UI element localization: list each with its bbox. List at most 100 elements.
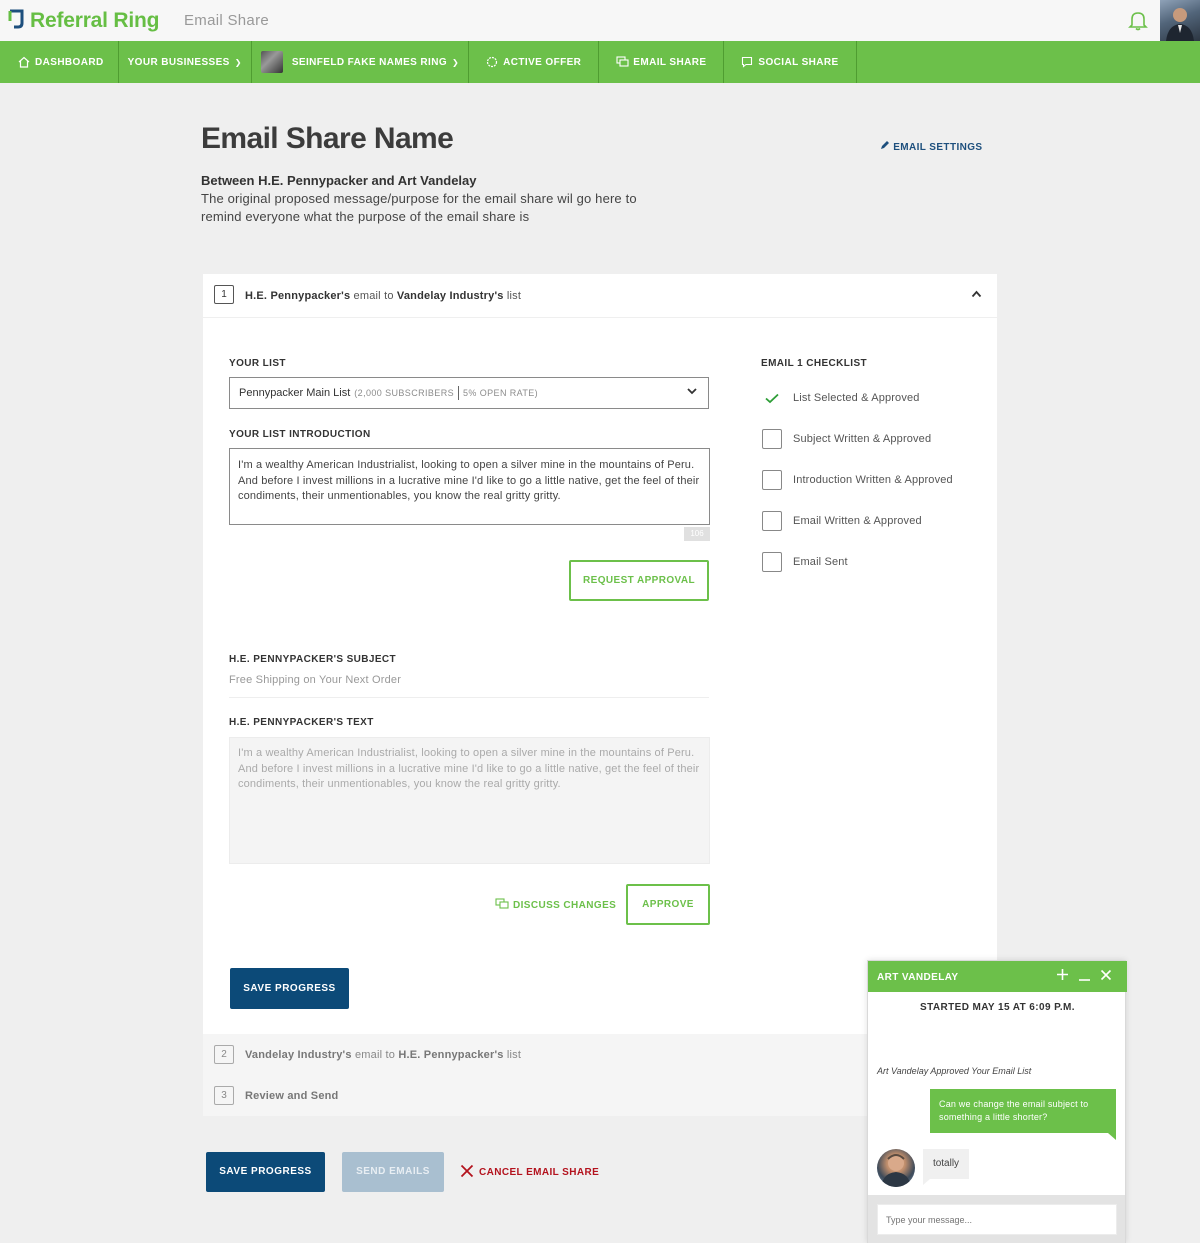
app-logo[interactable]: Referral Ring bbox=[8, 8, 159, 34]
user-avatar[interactable] bbox=[1160, 0, 1200, 41]
pencil-icon bbox=[880, 141, 890, 153]
discuss-icon bbox=[495, 898, 509, 913]
chevron-down-icon: ❯ bbox=[452, 57, 460, 67]
email-settings-link[interactable]: EMAIL SETTINGS bbox=[880, 140, 983, 153]
checklist-item[interactable]: Email Written & Approved bbox=[762, 511, 922, 531]
checklist-title: EMAIL 1 CHECKLIST bbox=[761, 358, 868, 369]
chevron-down-icon bbox=[687, 387, 697, 398]
step-1-owner: H.E. Pennypacker's bbox=[245, 290, 351, 302]
checklist-item[interactable]: Email Sent bbox=[762, 552, 848, 572]
checkbox[interactable] bbox=[762, 552, 782, 572]
close-icon bbox=[460, 1164, 474, 1181]
step-2-owner: Vandelay Industry's bbox=[245, 1049, 352, 1061]
plus-icon[interactable] bbox=[1056, 967, 1069, 984]
page-title: Email Share Name bbox=[201, 122, 454, 155]
checkbox[interactable] bbox=[762, 429, 782, 449]
subject-label: H.E. PENNYPACKER'S SUBJECT bbox=[229, 654, 397, 665]
approve-button[interactable]: APPROVE bbox=[626, 884, 710, 925]
chat-window: ART VANDELAY STARTED MAY 15 AT 6:09 P.M.… bbox=[867, 960, 1127, 1243]
checklist-item-label: List Selected & Approved bbox=[793, 392, 920, 404]
request-approval-button[interactable]: REQUEST APPROVAL bbox=[569, 560, 709, 601]
list-open-rate: 5% OPEN RATE) bbox=[463, 388, 539, 398]
list-separator bbox=[458, 386, 460, 400]
notifications-bell-icon[interactable] bbox=[1127, 9, 1149, 31]
nav-ring[interactable]: SEINFELD FAKE NAMES RING ❯ bbox=[252, 41, 470, 83]
step-2-list-word: list bbox=[506, 1049, 522, 1061]
step-3-title: Review and Send bbox=[245, 1090, 338, 1102]
nav-active-offer-label: ACTIVE OFFER bbox=[503, 56, 582, 68]
checklist-item-label: Email Written & Approved bbox=[793, 515, 922, 527]
minimize-icon[interactable] bbox=[1078, 967, 1091, 984]
discuss-changes-link[interactable]: DISCUSS CHANGES bbox=[495, 898, 616, 913]
nav-ring-label: SEINFELD FAKE NAMES RING bbox=[291, 56, 448, 68]
contact-avatar bbox=[877, 1149, 915, 1187]
step-1-target: Vandelay Industry's bbox=[396, 290, 504, 302]
step-1-header[interactable]: 1 H.E. Pennypacker's email to Vandelay I… bbox=[203, 274, 997, 318]
ring-thumbnail bbox=[260, 51, 283, 73]
save-progress-button[interactable]: SAVE PROGRESS bbox=[230, 968, 349, 1009]
list-intro-textarea[interactable]: I'm a wealthy American Industrialist, lo… bbox=[229, 448, 710, 525]
share-purpose: The original proposed message/purpose fo… bbox=[201, 191, 637, 224]
nav-your-businesses-label: YOUR BUSINESSES bbox=[127, 56, 230, 68]
checkmark-icon bbox=[762, 388, 782, 408]
checklist-item[interactable]: List Selected & Approved bbox=[762, 388, 920, 408]
checklist-item-label: Subject Written & Approved bbox=[793, 433, 932, 445]
step-number: 3 bbox=[214, 1086, 234, 1105]
top-bar: Referral Ring Email Share bbox=[0, 0, 1200, 41]
social-share-icon bbox=[741, 56, 753, 68]
nav-your-businesses[interactable]: YOUR BUSINESSES ❯ bbox=[119, 41, 252, 83]
step-1-list-word: list bbox=[506, 290, 522, 302]
cancel-email-share-link[interactable]: CANCEL EMAIL SHARE bbox=[460, 1164, 599, 1181]
nav-dashboard-label: DASHBOARD bbox=[35, 56, 104, 68]
nav-active-offer[interactable]: ACTIVE OFFER bbox=[469, 41, 600, 83]
step-2-title: Vandelay Industry's email to H.E. Pennyp… bbox=[245, 1049, 521, 1061]
list-intro-label: YOUR LIST INTRODUCTION bbox=[229, 429, 371, 440]
chat-message-input[interactable] bbox=[877, 1204, 1117, 1235]
email-share-icon bbox=[616, 56, 629, 68]
discuss-changes-label: DISCUSS CHANGES bbox=[513, 900, 617, 911]
checkbox[interactable] bbox=[762, 470, 782, 490]
chevron-down-icon: ❯ bbox=[234, 57, 242, 67]
email-settings-label: EMAIL SETTINGS bbox=[893, 142, 983, 153]
close-icon[interactable] bbox=[1100, 967, 1112, 984]
checklist-item-label: Introduction Written & Approved bbox=[793, 474, 953, 486]
share-participants: Between H.E. Pennypacker and Art Vandela… bbox=[201, 173, 477, 188]
cancel-email-share-label: CANCEL EMAIL SHARE bbox=[479, 1167, 600, 1178]
chat-contact-name: ART VANDELAY bbox=[877, 972, 959, 983]
list-select-value: Pennypacker Main List bbox=[239, 387, 351, 399]
nav-dashboard[interactable]: DASHBOARD bbox=[0, 41, 119, 83]
chat-status-message: Art Vandelay Approved Your Email List bbox=[877, 1066, 1032, 1076]
step-1-email-to: email to bbox=[353, 290, 394, 302]
nav-email-share-label: EMAIL SHARE bbox=[633, 56, 707, 68]
step-2-email-to: email to bbox=[354, 1049, 396, 1061]
outgoing-message: Can we change the email subject to somet… bbox=[930, 1089, 1116, 1140]
character-counter: 106 bbox=[684, 527, 710, 541]
list-subscribers: (2,000 SUBSCRIBERS bbox=[354, 388, 455, 398]
main-nav: DASHBOARD YOUR BUSINESSES ❯ SEINFELD FAK… bbox=[0, 41, 1200, 83]
offer-badge-icon bbox=[486, 56, 498, 68]
your-list-label: YOUR LIST bbox=[229, 358, 286, 369]
list-select[interactable]: Pennypacker Main List (2,000 SUBSCRIBERS… bbox=[229, 377, 709, 409]
checklist-item-label: Email Sent bbox=[793, 556, 848, 568]
save-progress-bottom-button[interactable]: SAVE PROGRESS bbox=[206, 1152, 325, 1192]
subject-value: Free Shipping on Your Next Order bbox=[229, 674, 709, 698]
step-number: 2 bbox=[214, 1045, 234, 1064]
chevron-up-icon[interactable] bbox=[971, 286, 982, 301]
home-icon bbox=[18, 56, 30, 68]
nav-email-share[interactable]: EMAIL SHARE bbox=[599, 41, 725, 83]
step-2-target: H.E. Pennypacker's bbox=[398, 1049, 504, 1061]
send-emails-button[interactable]: SEND EMAILS bbox=[342, 1152, 444, 1192]
step-1-title: H.E. Pennypacker's email to Vandelay Ind… bbox=[245, 290, 521, 302]
checkbox[interactable] bbox=[762, 511, 782, 531]
email-text-readonly: I'm a wealthy American Industrialist, lo… bbox=[229, 737, 710, 864]
referral-ring-logo-icon bbox=[8, 9, 24, 34]
checklist-item[interactable]: Introduction Written & Approved bbox=[762, 470, 953, 490]
nav-social-share[interactable]: SOCIAL SHARE bbox=[724, 41, 857, 83]
chat-footer bbox=[868, 1195, 1125, 1243]
page-section-label: Email Share bbox=[184, 12, 270, 29]
nav-social-share-label: SOCIAL SHARE bbox=[758, 56, 839, 68]
checklist-item[interactable]: Subject Written & Approved bbox=[762, 429, 931, 449]
step-1-panel: 1 H.E. Pennypacker's email to Vandelay I… bbox=[203, 274, 997, 1034]
chat-started-time: STARTED MAY 15 AT 6:09 P.M. bbox=[920, 1002, 1075, 1013]
step-number: 1 bbox=[214, 285, 234, 304]
